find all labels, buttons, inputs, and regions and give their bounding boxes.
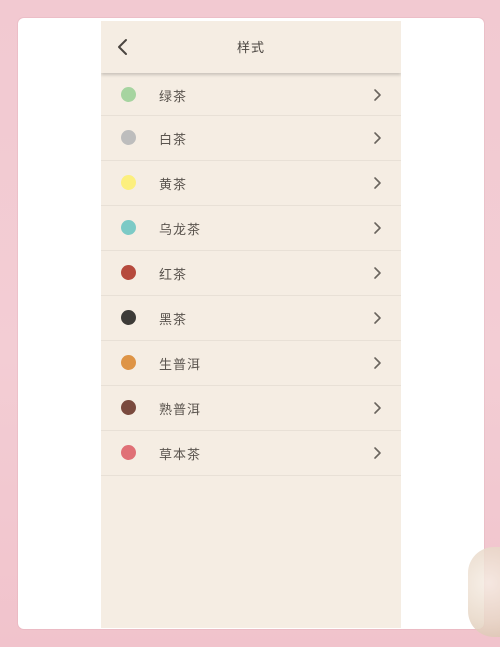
chevron-right-icon <box>374 447 381 459</box>
app-screen: 样式 绿茶白茶黄茶乌龙茶红茶黑茶生普洱熟普洱草本茶 <box>101 21 401 628</box>
item-label: 生普洱 <box>159 358 202 373</box>
list-item[interactable]: 红茶 <box>101 251 401 296</box>
item-label: 黄茶 <box>159 178 188 193</box>
color-dot <box>121 445 136 460</box>
chevron-right-icon <box>374 357 381 369</box>
item-label: 黑茶 <box>159 313 188 328</box>
tea-type-list: 绿茶白茶黄茶乌龙茶红茶黑茶生普洱熟普洱草本茶 <box>101 73 401 476</box>
item-label: 乌龙茶 <box>159 223 202 238</box>
color-dot <box>121 175 136 190</box>
list-item[interactable]: 生普洱 <box>101 341 401 386</box>
color-dot <box>121 355 136 370</box>
color-dot <box>121 220 136 235</box>
item-label: 绿茶 <box>159 90 188 105</box>
chevron-right-icon <box>374 222 381 234</box>
page-title: 样式 <box>236 41 265 56</box>
chevron-right-icon <box>374 177 381 189</box>
item-label: 白茶 <box>159 133 188 148</box>
navigation-bar: 样式 <box>101 21 401 73</box>
list-item[interactable]: 绿茶 <box>101 73 401 116</box>
item-label: 熟普洱 <box>159 403 202 418</box>
chevron-right-icon <box>374 267 381 279</box>
list-item[interactable]: 草本茶 <box>101 431 401 476</box>
chevron-right-icon <box>374 402 381 414</box>
color-dot <box>121 310 136 325</box>
color-dot <box>121 130 136 145</box>
list-item[interactable]: 熟普洱 <box>101 386 401 431</box>
color-dot <box>121 87 136 102</box>
chevron-right-icon <box>374 132 381 144</box>
chevron-right-icon <box>374 312 381 324</box>
list-item[interactable]: 乌龙茶 <box>101 206 401 251</box>
decorative-flower <box>468 547 500 637</box>
list-item[interactable]: 白茶 <box>101 116 401 161</box>
color-dot <box>121 400 136 415</box>
item-label: 红茶 <box>159 268 188 283</box>
chevron-right-icon <box>374 89 381 101</box>
list-item[interactable]: 黑茶 <box>101 296 401 341</box>
list-item[interactable]: 黄茶 <box>101 161 401 206</box>
color-dot <box>121 265 136 280</box>
item-label: 草本茶 <box>159 448 202 463</box>
